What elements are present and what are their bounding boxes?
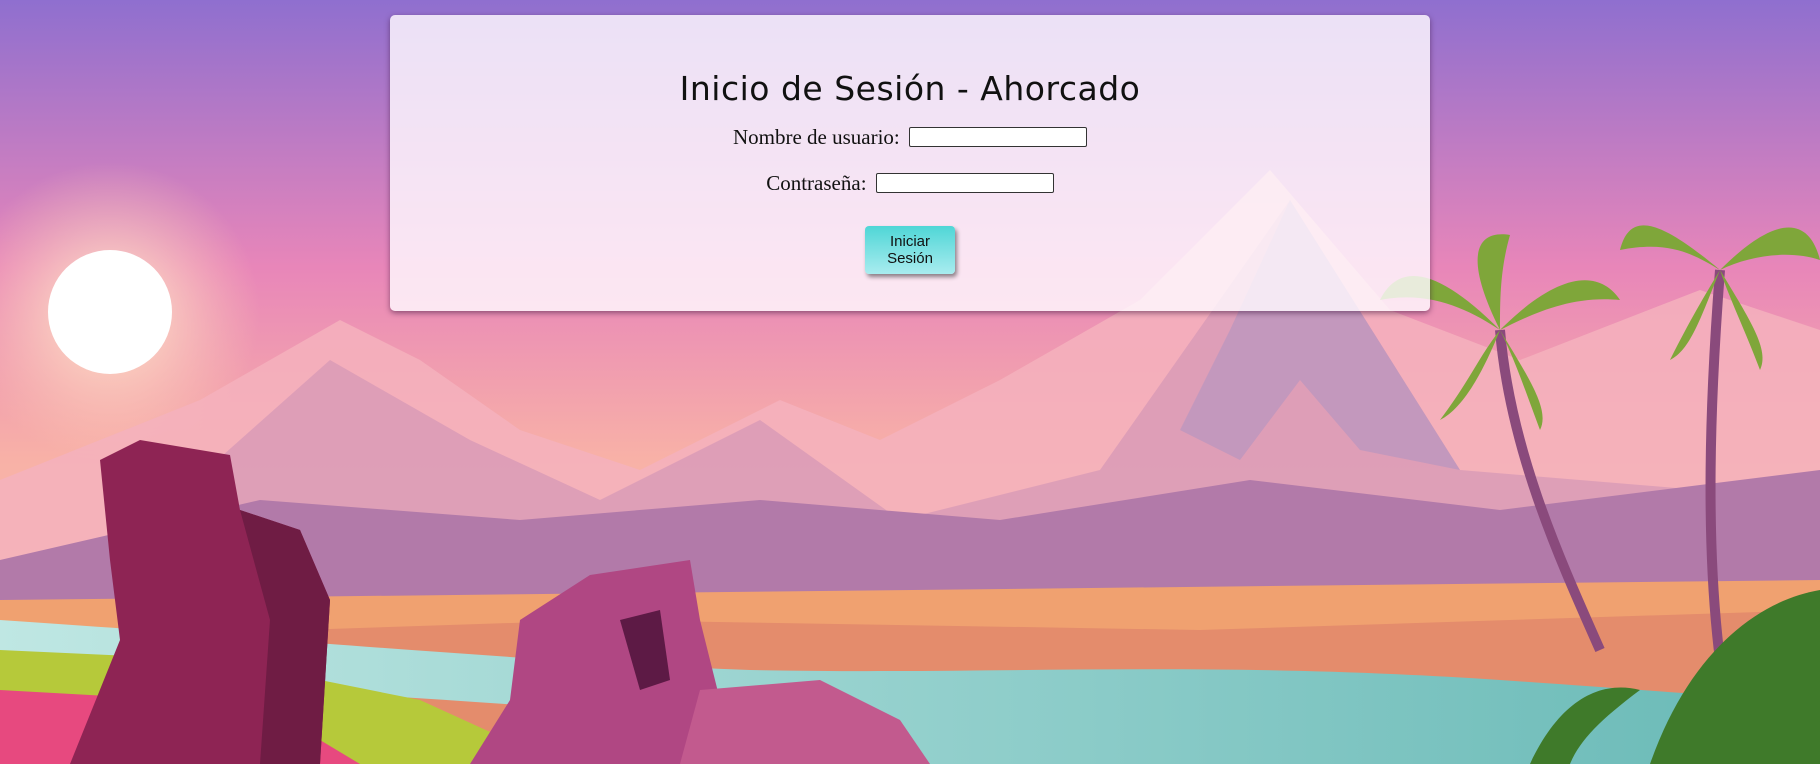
- username-label: Nombre de usuario:: [732, 125, 900, 150]
- username-row: Nombre de usuario:: [390, 122, 1430, 150]
- login-card: Inicio de Sesión - Ahorcado Nombre de us…: [390, 15, 1430, 311]
- login-button[interactable]: Iniciar Sesión: [865, 226, 955, 275]
- page-title: Inicio de Sesión - Ahorcado: [679, 69, 1141, 108]
- password-row: Contraseña:: [390, 168, 1430, 196]
- password-label: Contraseña:: [766, 171, 867, 196]
- username-input[interactable]: [909, 127, 1088, 148]
- sun-icon: [48, 250, 172, 374]
- password-input[interactable]: [875, 173, 1054, 194]
